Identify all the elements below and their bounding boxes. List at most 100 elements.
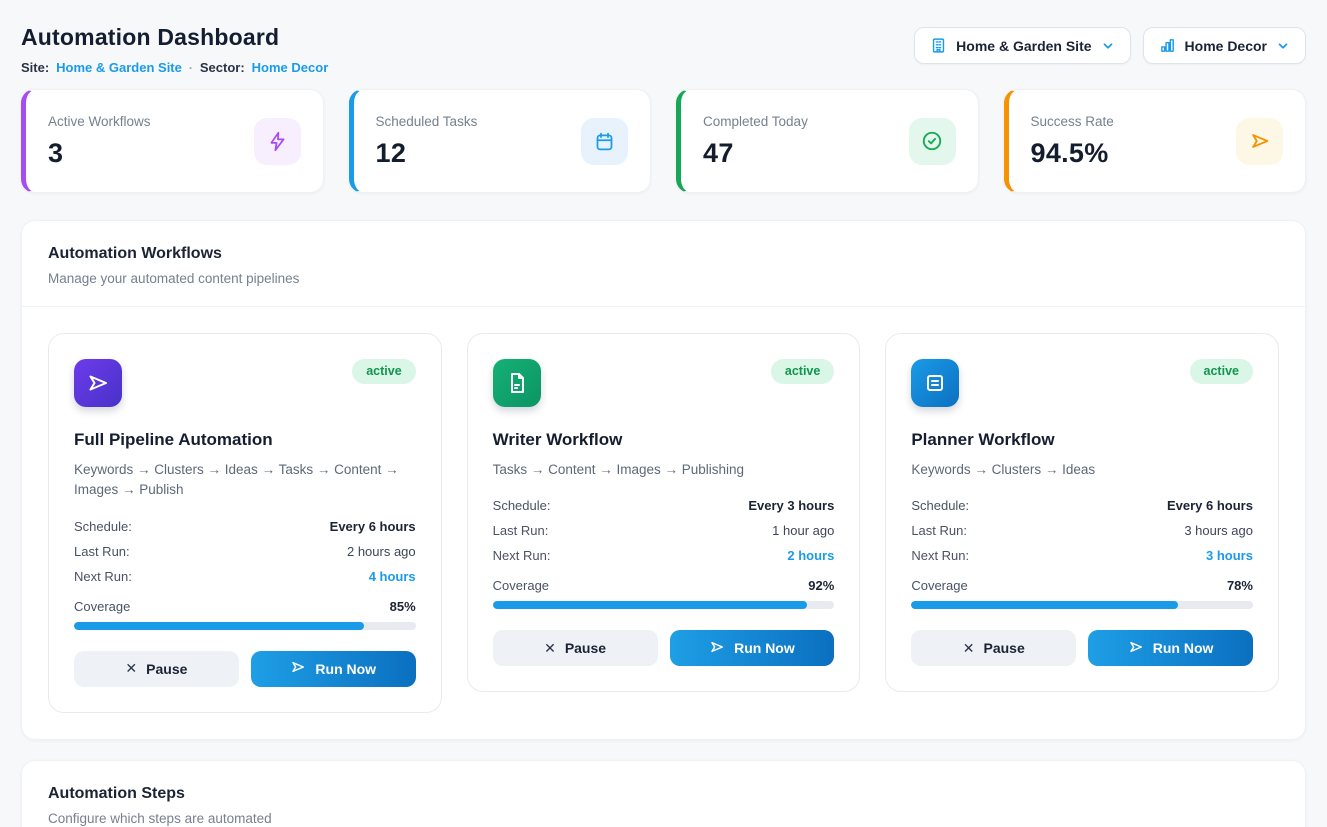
workflow-title: Writer Workflow: [493, 430, 835, 450]
close-icon: ✕: [544, 640, 556, 657]
run-now-button[interactable]: Run Now: [670, 630, 835, 666]
workflow-card-writer: active Writer Workflow Tasks → Content →…: [467, 333, 861, 692]
workflow-card-planner: active Planner Workflow Keywords → Clust…: [885, 333, 1279, 692]
coverage-progress-bar: [493, 601, 835, 609]
close-icon: ✕: [125, 660, 137, 677]
pause-button[interactable]: ✕ Pause: [74, 651, 239, 687]
next-run-label: Next Run:: [911, 548, 969, 563]
last-run-label: Last Run:: [911, 523, 967, 538]
sector-link[interactable]: Home Decor: [252, 60, 329, 75]
stat-card-completed-today: Completed Today 47: [676, 89, 979, 193]
send-icon: [1128, 639, 1144, 658]
stat-value: 94.5%: [1031, 138, 1114, 169]
schedule-value: Every 6 hours: [1167, 498, 1253, 513]
coverage-progress-fill: [493, 601, 807, 609]
next-run-value: 4 hours: [369, 569, 416, 584]
check-circle-icon: [909, 118, 956, 165]
workflow-description: Keywords → Clusters → Ideas → Tasks → Co…: [74, 460, 416, 501]
coverage-block: Coverage 85%: [74, 599, 416, 630]
close-icon: ✕: [963, 640, 975, 657]
send-icon: [1236, 118, 1283, 165]
site-dropdown-label: Home & Garden Site: [956, 38, 1091, 54]
last-run-value: 2 hours ago: [347, 544, 416, 559]
site-label: Site:: [21, 60, 49, 75]
sector-dropdown[interactable]: Home Decor: [1143, 27, 1306, 64]
last-run-label: Last Run:: [74, 544, 130, 559]
run-now-button-label: Run Now: [734, 640, 795, 656]
next-run-label: Next Run:: [493, 548, 551, 563]
workflow-card-full-pipeline: active Full Pipeline Automation Keywords…: [48, 333, 442, 713]
schedule-label: Schedule:: [74, 519, 132, 534]
run-now-button-label: Run Now: [315, 661, 376, 677]
pause-button-label: Pause: [146, 661, 187, 677]
last-run-row: Last Run: 2 hours ago: [74, 539, 416, 564]
bar-chart-icon: [1159, 37, 1176, 54]
stat-value: 3: [48, 138, 151, 169]
last-run-label: Last Run:: [493, 523, 549, 538]
last-run-value: 3 hours ago: [1184, 523, 1253, 538]
sector-label: Sector:: [200, 60, 245, 75]
document-icon: [493, 359, 541, 407]
workflow-description: Tasks → Content → Images → Publishing: [493, 460, 835, 480]
next-run-row: Next Run: 3 hours: [911, 543, 1253, 568]
workflows-section: Automation Workflows Manage your automat…: [21, 220, 1306, 740]
workflow-description: Keywords → Clusters → Ideas: [911, 460, 1253, 480]
page-title: Automation Dashboard: [21, 24, 328, 51]
site-link[interactable]: Home & Garden Site: [56, 60, 182, 75]
last-run-row: Last Run: 3 hours ago: [911, 518, 1253, 543]
coverage-progress-bar: [74, 622, 416, 630]
run-now-button[interactable]: Run Now: [251, 651, 416, 687]
workflow-grid: active Full Pipeline Automation Keywords…: [48, 333, 1279, 713]
schedule-label: Schedule:: [493, 498, 551, 513]
section-title: Automation Workflows: [48, 245, 1279, 263]
workflow-title: Full Pipeline Automation: [74, 430, 416, 450]
chevron-down-icon: [1101, 39, 1115, 53]
automation-steps-section: Automation Steps Configure which steps a…: [21, 760, 1306, 827]
next-run-row: Next Run: 2 hours: [493, 543, 835, 568]
coverage-progress-fill: [911, 601, 1177, 609]
pause-button[interactable]: ✕ Pause: [911, 630, 1076, 666]
last-run-row: Last Run: 1 hour ago: [493, 518, 835, 543]
stat-label: Success Rate: [1031, 114, 1114, 129]
chevron-down-icon: [1276, 39, 1290, 53]
next-run-value: 3 hours: [1206, 548, 1253, 563]
stat-label: Completed Today: [703, 114, 808, 129]
schedule-row: Schedule: Every 3 hours: [493, 493, 835, 518]
pause-button-label: Pause: [983, 640, 1024, 656]
section-title: Automation Steps: [48, 785, 1279, 803]
workflow-title: Planner Workflow: [911, 430, 1253, 450]
stat-label: Active Workflows: [48, 114, 151, 129]
status-badge: active: [771, 359, 834, 384]
send-icon: [290, 659, 306, 678]
stat-card-success-rate: Success Rate 94.5%: [1004, 89, 1307, 193]
run-now-button[interactable]: Run Now: [1088, 630, 1253, 666]
sector-dropdown-label: Home Decor: [1185, 38, 1267, 54]
stats-row: Active Workflows 3 Scheduled Tasks 12 Co…: [21, 89, 1306, 193]
schedule-value: Every 3 hours: [748, 498, 834, 513]
coverage-value: 85%: [390, 599, 416, 614]
section-subtitle: Configure which steps are automated: [48, 811, 1279, 826]
stat-value: 12: [376, 138, 478, 169]
section-subtitle: Manage your automated content pipelines: [48, 271, 1279, 286]
coverage-value: 78%: [1227, 578, 1253, 593]
run-now-button-label: Run Now: [1153, 640, 1214, 656]
coverage-progress-bar: [911, 601, 1253, 609]
site-dropdown[interactable]: Home & Garden Site: [914, 27, 1130, 64]
building-icon: [930, 37, 947, 54]
schedule-label: Schedule:: [911, 498, 969, 513]
steps-section-header: Automation Steps Configure which steps a…: [22, 761, 1305, 827]
header-controls: Home & Garden Site Home Decor: [914, 27, 1306, 64]
breadcrumb: Site: Home & Garden Site · Sector: Home …: [21, 60, 328, 75]
send-icon: [709, 639, 725, 658]
stat-card-active-workflows: Active Workflows 3: [21, 89, 324, 193]
next-run-value: 2 hours: [787, 548, 834, 563]
workflows-section-header: Automation Workflows Manage your automat…: [22, 221, 1305, 307]
lightning-icon: [254, 118, 301, 165]
pause-button[interactable]: ✕ Pause: [493, 630, 658, 666]
coverage-label: Coverage: [493, 578, 549, 593]
next-run-label: Next Run:: [74, 569, 132, 584]
schedule-row: Schedule: Every 6 hours: [911, 493, 1253, 518]
coverage-block: Coverage 92%: [493, 578, 835, 609]
coverage-label: Coverage: [911, 578, 967, 593]
status-badge: active: [352, 359, 415, 384]
